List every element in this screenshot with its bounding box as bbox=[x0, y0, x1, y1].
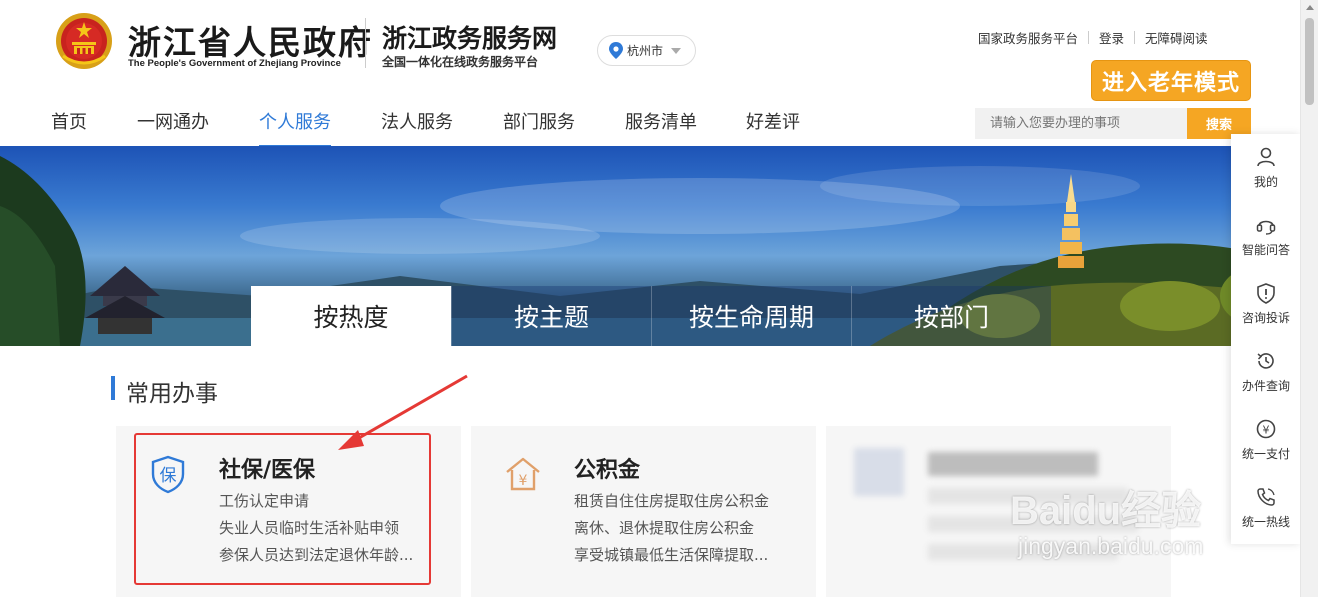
card-service-list: 租赁自住住房提取住房公积金 离休、退休提取住房公积金 享受城镇最低生活保障提取.… bbox=[574, 488, 769, 569]
float-item-label: 办件查询 bbox=[1241, 379, 1290, 393]
national-emblem-icon bbox=[56, 13, 112, 69]
float-item-mine[interactable]: 我的 bbox=[1231, 146, 1301, 190]
nav-item-personal[interactable]: 个人服务 bbox=[259, 108, 331, 134]
tab-by-popularity[interactable]: 按热度 bbox=[251, 286, 451, 346]
blurred-icon bbox=[854, 448, 904, 496]
site-title[interactable]: 浙江政务服务网 bbox=[382, 19, 557, 55]
float-item-label: 智能问答 bbox=[1241, 243, 1290, 257]
category-tabs: 按热度 按主题 按生命周期 按部门 bbox=[251, 286, 1051, 346]
gov-title[interactable]: 浙江省人民政府 bbox=[128, 16, 373, 64]
nav-item-department[interactable]: 部门服务 bbox=[503, 108, 575, 134]
link-login[interactable]: 登录 bbox=[1099, 28, 1124, 47]
float-item-hotline[interactable]: 统一热线 bbox=[1231, 486, 1301, 530]
section-title: 常用办事 bbox=[126, 381, 218, 407]
phone-icon bbox=[1257, 488, 1275, 506]
nav-item-service-list[interactable]: 服务清单 bbox=[625, 108, 697, 134]
gov-subtitle: The People's Government of Zhejiang Prov… bbox=[128, 58, 341, 69]
vertical-scrollbar[interactable] bbox=[1300, 0, 1318, 597]
nav-item-legal-entity[interactable]: 法人服务 bbox=[381, 108, 453, 134]
floating-sidebar: 我的 智能问答 咨询投诉 办件查询 ¥ 统一支付 统一热线 bbox=[1231, 134, 1301, 544]
history-clock-icon bbox=[1257, 353, 1274, 369]
yen-coin-icon: ¥ bbox=[1256, 419, 1276, 439]
location-pin-icon bbox=[609, 42, 623, 59]
float-item-label: 统一热线 bbox=[1241, 515, 1290, 529]
annotation-highlight-box bbox=[134, 433, 431, 585]
city-label: 杭州市 bbox=[627, 44, 664, 58]
baidu-watermark: Baidu经验 bbox=[1010, 489, 1202, 533]
section-accent-bar bbox=[111, 376, 115, 400]
svg-text:¥: ¥ bbox=[519, 473, 528, 489]
svg-text:¥: ¥ bbox=[1263, 424, 1270, 437]
card-service-link[interactable]: 租赁自住住房提取住房公积金 bbox=[574, 488, 769, 515]
tab-by-life-cycle[interactable]: 按生命周期 bbox=[651, 286, 851, 346]
main-nav: 首页 一网通办 个人服务 法人服务 部门服务 服务清单 好差评 bbox=[0, 104, 960, 148]
annotation-arrow-icon bbox=[338, 374, 468, 450]
tab-by-department[interactable]: 按部门 bbox=[851, 286, 1051, 346]
site-header: 浙江省人民政府 The People's Government of Zheji… bbox=[0, 0, 1300, 101]
scroll-thumb[interactable] bbox=[1305, 18, 1314, 105]
float-item-case-query[interactable]: 办件查询 bbox=[1231, 350, 1301, 394]
city-selector[interactable]: 杭州市 bbox=[597, 35, 696, 66]
tab-by-topic[interactable]: 按主题 bbox=[451, 286, 651, 346]
headset-icon bbox=[1256, 220, 1276, 235]
link-accessibility[interactable]: 无障碍阅读 bbox=[1145, 28, 1208, 47]
card-service-link[interactable]: 离休、退休提取住房公积金 bbox=[574, 515, 769, 542]
nav-item-rating[interactable]: 好差评 bbox=[746, 108, 800, 134]
user-icon bbox=[1257, 147, 1275, 167]
float-item-label: 统一支付 bbox=[1241, 447, 1290, 461]
link-national-platform[interactable]: 国家政务服务平台 bbox=[978, 28, 1078, 47]
shield-alert-icon bbox=[1257, 283, 1275, 304]
scroll-up-arrow-icon[interactable] bbox=[1306, 5, 1314, 10]
float-item-smart-qa[interactable]: 智能问答 bbox=[1231, 214, 1301, 258]
blurred-title bbox=[928, 452, 1098, 476]
site-subtitle: 全国一体化在线政务服务平台 bbox=[382, 55, 539, 69]
float-item-consult-complaint[interactable]: 咨询投诉 bbox=[1231, 282, 1301, 326]
nav-item-one-stop[interactable]: 一网通办 bbox=[137, 108, 209, 134]
card-service-link[interactable]: 享受城镇最低生活保障提取... bbox=[574, 542, 769, 569]
float-item-unified-payment[interactable]: ¥ 统一支付 bbox=[1231, 418, 1301, 462]
header-divider bbox=[365, 18, 366, 68]
card-title: 公积金 bbox=[574, 458, 641, 483]
elder-mode-button[interactable]: 进入老年模式 bbox=[1091, 60, 1251, 101]
float-item-label: 我的 bbox=[1253, 175, 1278, 189]
link-separator bbox=[1088, 31, 1090, 44]
link-separator bbox=[1134, 31, 1136, 44]
top-links: 国家政务服务平台 登录 无障碍阅读 bbox=[978, 28, 1208, 47]
service-card-housing-fund[interactable]: ¥ 公积金 租赁自住住房提取住房公积金 离休、退休提取住房公积金 享受城镇最低生… bbox=[471, 426, 816, 597]
float-item-label: 咨询投诉 bbox=[1241, 311, 1290, 325]
baidu-watermark-url: jingyan.baidu.com bbox=[1018, 533, 1204, 559]
house-yuan-icon: ¥ bbox=[506, 457, 540, 491]
chevron-down-icon bbox=[671, 47, 682, 54]
search-input[interactable] bbox=[975, 108, 1187, 139]
nav-item-home[interactable]: 首页 bbox=[51, 108, 87, 134]
